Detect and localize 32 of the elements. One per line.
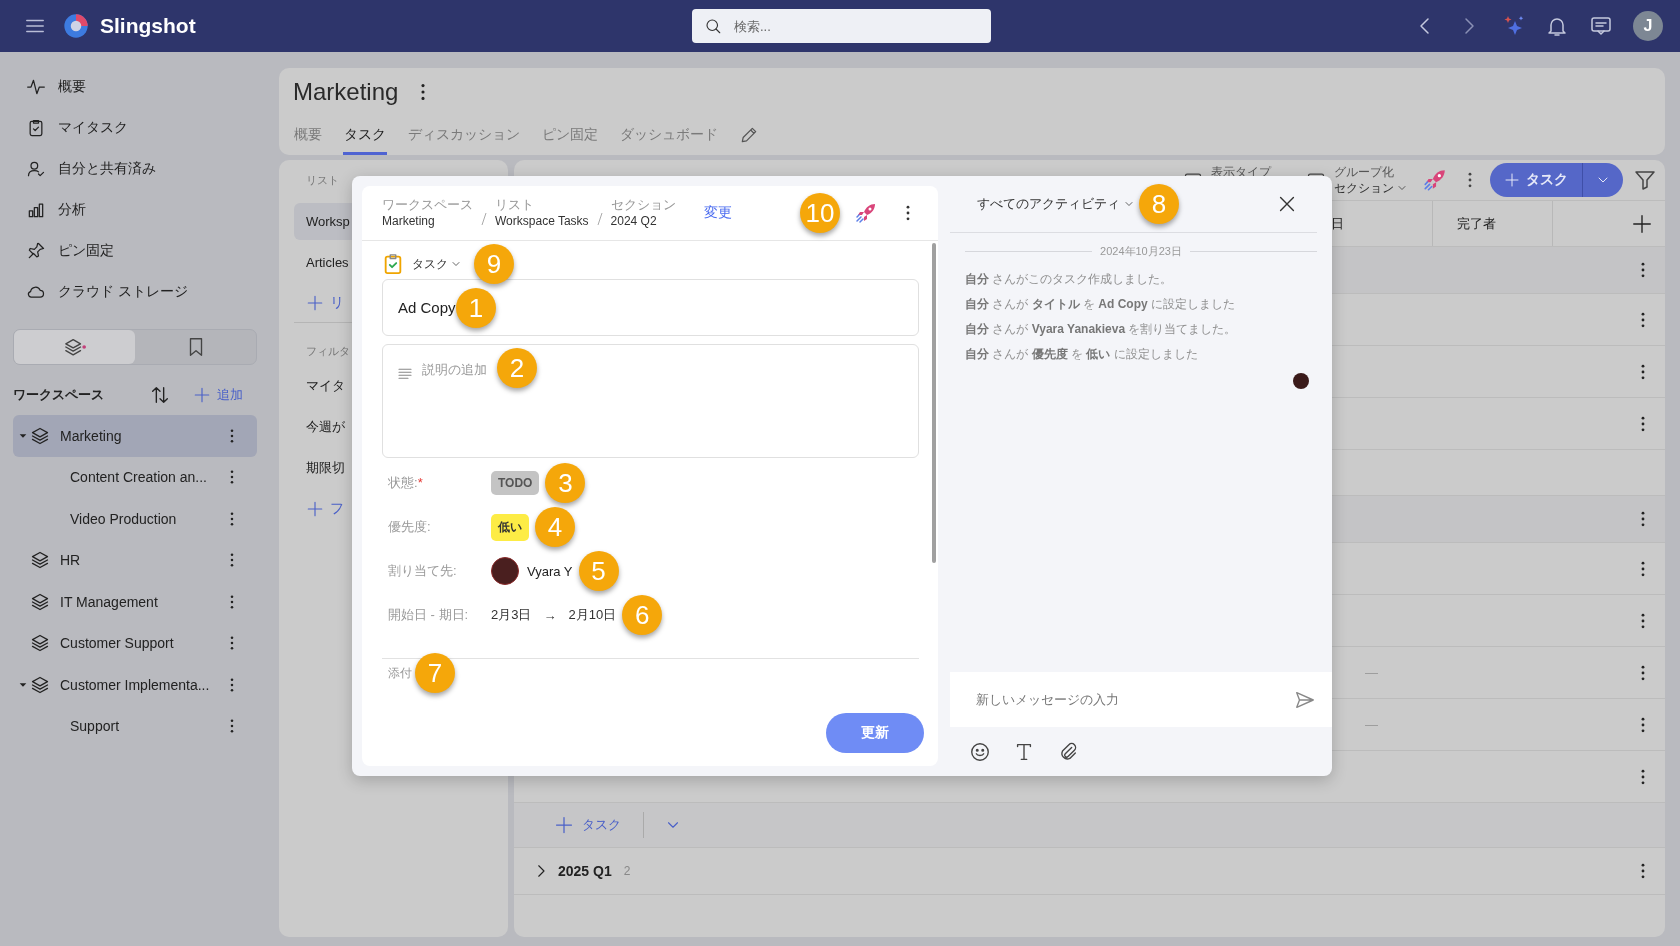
breadcrumb-caption: ワークスペース <box>382 197 473 213</box>
arrow-text: → <box>543 607 557 623</box>
app-name: Slingshot <box>100 14 196 38</box>
callout-badge: 3 <box>545 463 586 503</box>
project-title: Marketing <box>293 77 399 106</box>
callout-badge: 1 <box>456 288 496 328</box>
section-label: リスト <box>305 172 340 188</box>
callout-badge: 10 <box>800 193 840 233</box>
date-divider: 2024年10月23日 <box>1100 244 1182 259</box>
field-label: 優先度: <box>387 518 432 536</box>
callout-badge: 4 <box>535 507 575 547</box>
section-title: ワークスペース <box>13 386 105 404</box>
activity-entry: 自分 さんが タイトル を Ad Copy に設定しました <box>965 296 1237 313</box>
field-label: 開始日 - 期日: <box>387 606 470 624</box>
table-cell-text: — <box>1364 665 1379 680</box>
breadcrumb-caption: リスト <box>495 197 535 213</box>
table-cell-text: — <box>1364 717 1379 732</box>
activity-entry: 自分 さんが 優先度 を 低い に設定しました <box>965 346 1199 363</box>
field-label: 割り当て先: <box>387 562 458 580</box>
callout-badge: 5 <box>578 551 619 591</box>
callout-badge: 8 <box>1139 184 1179 224</box>
activity-entry: 自分 さんが Vyara Yanakieva を割り当てました。 <box>965 321 1238 338</box>
section-label: 添付 <box>388 664 412 682</box>
activity-entry: 自分 さんがこのタスク作成しました。 <box>965 271 1174 288</box>
callout-badge: 7 <box>415 653 455 693</box>
section-label: フィルタ <box>305 343 351 359</box>
callout-badge: 9 <box>474 244 514 284</box>
callout-badge: 6 <box>622 595 663 635</box>
breadcrumb-caption: セクション <box>610 197 676 213</box>
column-header: 完了者 <box>1433 201 1553 246</box>
callout-badge: 2 <box>497 348 537 388</box>
field-label: 状態:* <box>387 474 424 492</box>
